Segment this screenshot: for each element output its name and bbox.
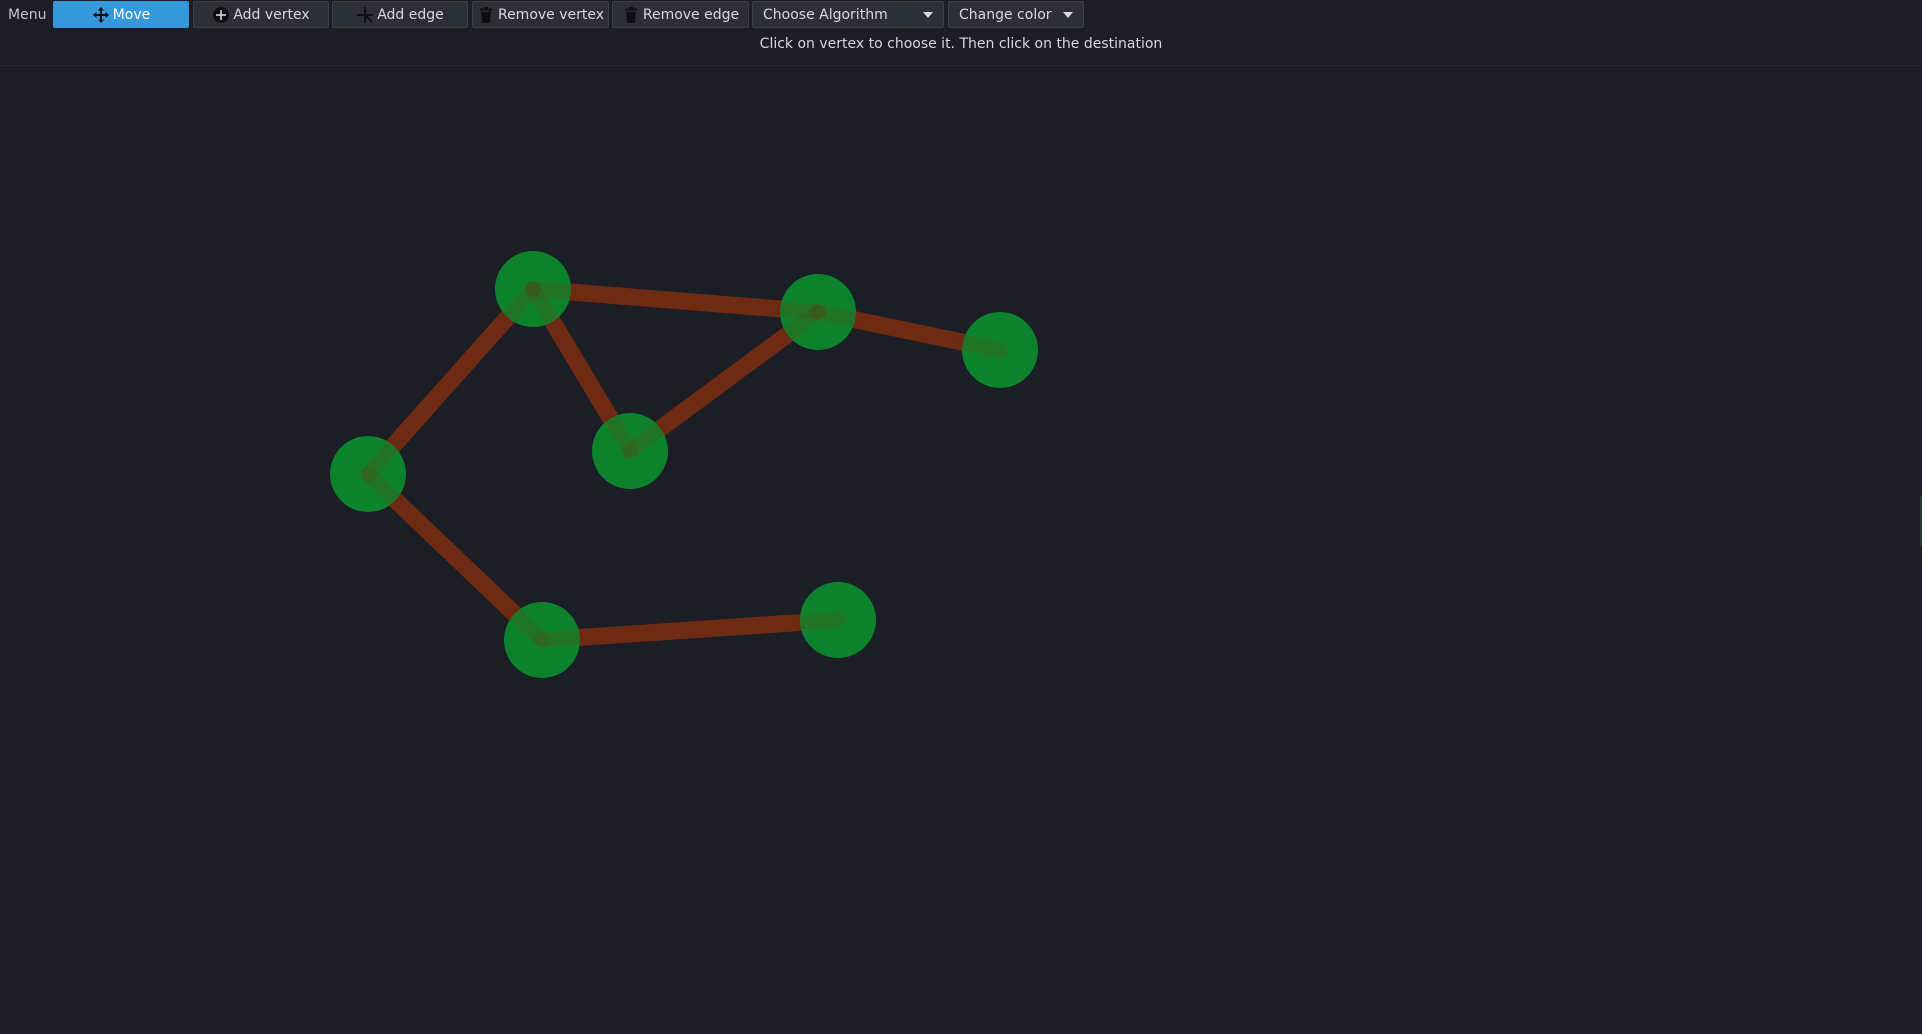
add-edge-button[interactable]: Add edge (332, 1, 468, 28)
graph-canvas[interactable] (0, 65, 1922, 1034)
edges-layer (359, 280, 1009, 649)
menu-button[interactable]: Menu (8, 1, 46, 28)
toolbar: Menu Move Add vertex Add edge Remove ver… (0, 0, 1922, 29)
move-button-label: Move (112, 6, 151, 23)
graph-edge-overlay (810, 304, 863, 328)
graph-edge-overlay (792, 612, 846, 631)
graph-svg[interactable] (0, 66, 1922, 1034)
move-button[interactable]: Move (53, 1, 189, 28)
add-vertex-label: Add vertex (233, 6, 310, 23)
add-edge-label: Add edge (377, 6, 444, 23)
algorithm-dropdown[interactable]: Choose Algorithm (752, 1, 944, 28)
trash-icon (622, 6, 640, 24)
graph-editor-window: Menu Move Add vertex Add edge Remove ver… (0, 0, 1922, 1034)
graph-edge-overlay (534, 629, 588, 648)
instruction-text: Click on vertex to choose it. Then click… (759, 36, 1163, 52)
move-icon (92, 6, 110, 24)
remove-vertex-label: Remove vertex (497, 6, 605, 23)
add-circle-icon (212, 6, 230, 24)
remove-vertex-button[interactable]: Remove vertex (472, 1, 609, 28)
color-dropdown[interactable]: Change color (948, 1, 1084, 28)
vertices-layer (330, 251, 1038, 678)
graph-edge-overlay (955, 334, 1008, 358)
color-dropdown-value: Change color (959, 6, 1052, 23)
trash-icon (477, 6, 495, 24)
remove-edge-button[interactable]: Remove edge (612, 1, 749, 28)
chevron-down-icon (1063, 11, 1073, 18)
chevron-down-icon (923, 11, 933, 18)
add-vertex-button[interactable]: Add vertex (193, 1, 329, 28)
add-edge-icon (356, 6, 374, 24)
remove-edge-label: Remove edge (642, 6, 740, 23)
algorithm-dropdown-value: Choose Algorithm (763, 6, 888, 23)
